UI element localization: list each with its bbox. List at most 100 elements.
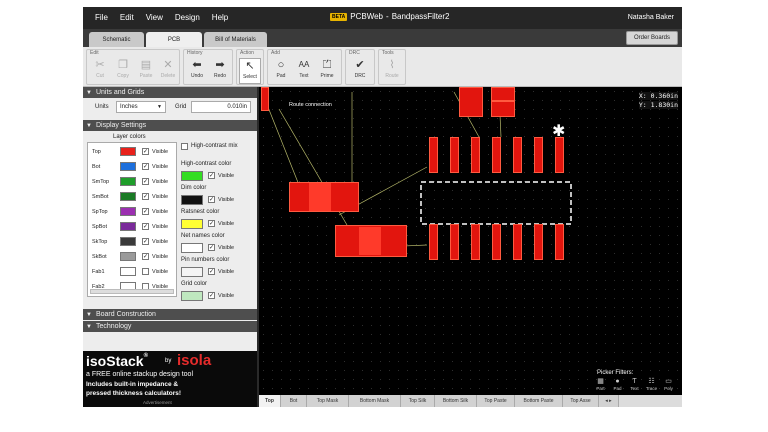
layer-row: Bot ✓ Visible [90,161,176,173]
layer-color-swatch[interactable] [120,162,136,171]
copy-button[interactable]: ❐ Copy [112,58,134,84]
copper-pad[interactable] [492,224,501,260]
copper-pad[interactable] [261,87,269,111]
layer-tab[interactable]: Top Asse [563,395,599,407]
units-and-grids-header[interactable]: ▼ Units and Grids [83,87,257,98]
picker-pad-toggle[interactable]: ● Pad [610,378,625,393]
color-option-swatch[interactable] [181,195,203,205]
copper-pad[interactable] [513,224,522,260]
layer-color-swatch[interactable] [120,192,136,201]
layer-visible-checkbox[interactable]: ✓ [142,193,149,200]
color-option-swatch[interactable] [181,219,203,229]
copper-pad[interactable] [555,224,564,260]
copper-pad[interactable] [534,224,543,260]
color-option-swatch[interactable] [181,267,203,277]
layer-tab[interactable]: Top Silk [401,395,435,407]
select-button[interactable]: ↖ Select [239,58,261,84]
drc-button[interactable]: ✔ DRC [349,58,371,84]
paste-label: Paste [139,73,153,79]
redo-button[interactable]: ➡ Redo [209,58,231,84]
route-button[interactable]: ⌇ Route [381,58,403,84]
technology-header[interactable]: ▼ Technology [83,321,257,332]
layer-visible-checkbox[interactable] [142,268,149,275]
copper-pad[interactable] [429,137,438,173]
picker-trace-toggle[interactable]: ☷ Trace [644,378,659,393]
undo-button[interactable]: ⬅ Undo [186,58,208,84]
tab-scroll-arrows-icon[interactable]: ◂ ▸ [599,395,619,407]
copper-pad[interactable] [555,137,564,173]
add-pad-button[interactable]: ○ Pad [270,58,292,84]
color-option-swatch[interactable] [181,291,203,301]
tab-bill-of-materials[interactable]: Bill of Materials [204,32,267,47]
layer-tab[interactable]: Bottom Mask [349,395,401,407]
tab-schematic[interactable]: Schematic [89,32,144,47]
color-option-checkbox[interactable]: ✓ [208,244,215,251]
pcb-canvas[interactable]: ✱ Route connection X: 0.360in Y: 1.830in… [259,87,682,395]
color-option-checkbox[interactable]: ✓ [208,292,215,299]
copper-pad[interactable] [492,137,501,173]
color-option-checkbox[interactable]: ✓ [208,196,215,203]
board-construction-header[interactable]: ▼ Board Construction [83,309,257,320]
copper-pad-segment[interactable] [359,227,381,255]
copper-pad[interactable] [459,87,483,117]
add-prime-button[interactable]: ⏍ Prime [316,58,338,84]
color-option-swatch[interactable] [181,171,203,181]
layer-tab[interactable]: Bottom Silk [435,395,477,407]
user-name[interactable]: Natasha Baker [628,7,674,29]
layer-visible-checkbox[interactable]: ✓ [142,223,149,230]
copper-pad[interactable] [534,137,543,173]
layer-color-swatch[interactable] [120,177,136,186]
color-option-swatch[interactable] [181,243,203,253]
isostack-advertisement[interactable]: isoStack® by isola a FREE online stackup… [83,351,257,407]
layer-visible-checkbox[interactable]: ✓ [142,178,149,185]
copper-pad-segment[interactable] [309,183,331,211]
color-option-checkbox[interactable]: ✓ [208,268,215,275]
layer-visible-checkbox[interactable]: ✓ [142,253,149,260]
picker-part-toggle[interactable]: ▦ Part [593,378,608,393]
picker-text-toggle[interactable]: T Text [627,378,642,393]
tab-pcb[interactable]: PCB [146,32,202,47]
menu-view[interactable]: View [140,7,169,29]
layer-color-swatch[interactable] [120,207,136,216]
delete-button[interactable]: ✕ Delete [157,58,179,84]
menu-file[interactable]: File [89,7,114,29]
grid-input[interactable]: 0.010in [191,101,251,113]
layer-list-scrollbar[interactable] [90,289,174,294]
copper-pad[interactable] [471,137,480,173]
copper-pad[interactable] [471,224,480,260]
picker-poly-toggle[interactable]: ▭ Poly [661,378,676,393]
layer-visible-checkbox[interactable]: ✓ [142,208,149,215]
layer-tab[interactable]: Bottom Paste [515,395,563,407]
layer-visible-label: Visible [152,164,169,170]
units-select[interactable]: Inches ▼ [116,101,166,113]
layer-visible-checkbox[interactable]: ✓ [142,148,149,155]
copper-pad[interactable] [450,137,459,173]
layer-color-swatch[interactable] [120,222,136,231]
layer-tab[interactable]: Top [259,395,281,407]
copper-pad[interactable] [513,137,522,173]
menu-design[interactable]: Design [169,7,206,29]
layer-tab[interactable]: Bot [281,395,307,407]
copper-pad[interactable] [491,101,515,117]
menu-help[interactable]: Help [206,7,234,29]
menu-edit[interactable]: Edit [114,7,140,29]
display-settings-header[interactable]: ▼ Display Settings [83,120,257,131]
copper-pad[interactable] [491,87,515,101]
copper-pad[interactable] [429,224,438,260]
color-option-checkbox[interactable]: ✓ [208,172,215,179]
order-boards-button[interactable]: Order Boards [625,31,678,45]
layer-tab[interactable]: Top Mask [307,395,349,407]
layer-color-swatch[interactable] [120,237,136,246]
copper-pad[interactable] [450,224,459,260]
color-option-checkbox[interactable]: ✓ [208,220,215,227]
layer-visible-checkbox[interactable]: ✓ [142,238,149,245]
cut-button[interactable]: ✂ Cut [89,58,111,84]
layer-visible-checkbox[interactable]: ✓ [142,163,149,170]
high-contrast-checkbox[interactable] [181,143,188,150]
layer-color-swatch[interactable] [120,252,136,261]
layer-color-swatch[interactable] [120,147,136,156]
layer-color-swatch[interactable] [120,267,136,276]
paste-button[interactable]: ▤ Paste [135,58,157,84]
add-text-button[interactable]: AA Text [293,58,315,84]
layer-tab[interactable]: Top Paste [477,395,515,407]
